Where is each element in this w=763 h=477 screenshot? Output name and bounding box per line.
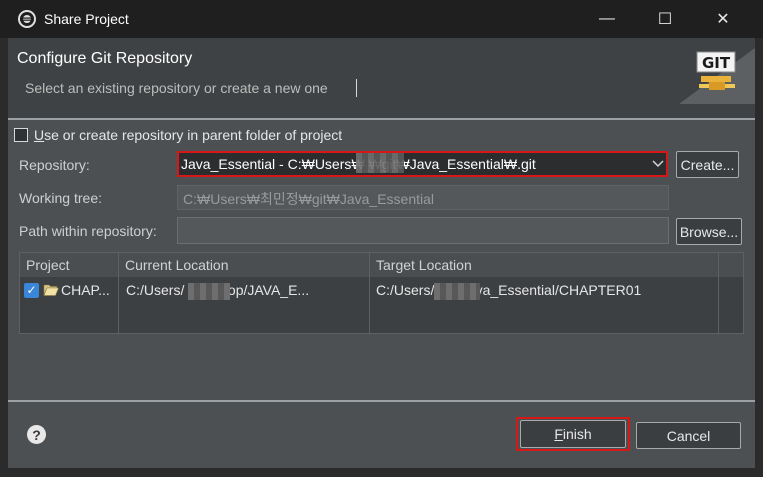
redacted-username bbox=[434, 283, 480, 300]
cancel-button[interactable]: Cancel bbox=[636, 422, 741, 449]
footer-divider bbox=[8, 400, 755, 402]
close-button[interactable]: ✕ bbox=[700, 0, 746, 38]
header-subtitle: Select an existing repository or create … bbox=[25, 80, 328, 96]
cell-project[interactable]: CHAP... bbox=[61, 282, 110, 298]
finish-button[interactable]: Finish bbox=[520, 420, 626, 448]
redacted-username bbox=[356, 153, 404, 173]
column-header-current-location[interactable]: Current Location bbox=[119, 253, 369, 277]
repository-label: Repository: bbox=[19, 157, 90, 173]
window-title: Share Project bbox=[44, 11, 129, 27]
working-tree-value: C:₩Users₩최민정₩git₩Java_Essential bbox=[183, 191, 435, 207]
browse-button[interactable]: Browse... bbox=[676, 218, 742, 245]
git-logo-icon: GIT bbox=[679, 48, 755, 104]
chevron-down-icon[interactable] bbox=[648, 153, 668, 175]
column-header-filler bbox=[719, 253, 743, 277]
finish-label: Finish bbox=[554, 426, 592, 442]
path-within-repository-label: Path within repository: bbox=[19, 223, 157, 239]
parent-folder-label-rest: se or create repository in parent folder… bbox=[44, 127, 343, 143]
path-within-repository-input[interactable] bbox=[177, 217, 669, 244]
column-divider bbox=[118, 253, 119, 333]
cell-target-location[interactable]: C:/Users/ /git/Java_Essential/CHAPTER01 bbox=[376, 282, 641, 298]
create-button[interactable]: Create... bbox=[676, 151, 739, 178]
parent-folder-checkbox[interactable] bbox=[14, 128, 28, 142]
column-divider bbox=[718, 253, 719, 333]
column-header-target-location[interactable]: Target Location bbox=[370, 253, 718, 277]
eclipse-icon bbox=[18, 10, 36, 28]
redacted-username bbox=[188, 283, 230, 300]
header-title: Configure Git Repository bbox=[17, 50, 193, 67]
column-header-project[interactable]: Project bbox=[20, 253, 118, 277]
help-icon[interactable]: ? bbox=[27, 425, 46, 444]
row-checkbox-checked[interactable]: ✓ bbox=[24, 283, 39, 298]
column-divider bbox=[369, 253, 370, 333]
git-logo-text: GIT bbox=[702, 54, 731, 72]
text-caret bbox=[356, 79, 357, 97]
working-tree-label: Working tree: bbox=[19, 190, 102, 206]
open-folder-icon bbox=[43, 284, 59, 296]
maximize-button[interactable]: ☐ bbox=[642, 0, 688, 38]
minimize-button[interactable]: — bbox=[584, 0, 630, 38]
header-divider bbox=[8, 118, 755, 120]
parent-folder-label[interactable]: Use or create repository in parent folde… bbox=[34, 127, 342, 143]
